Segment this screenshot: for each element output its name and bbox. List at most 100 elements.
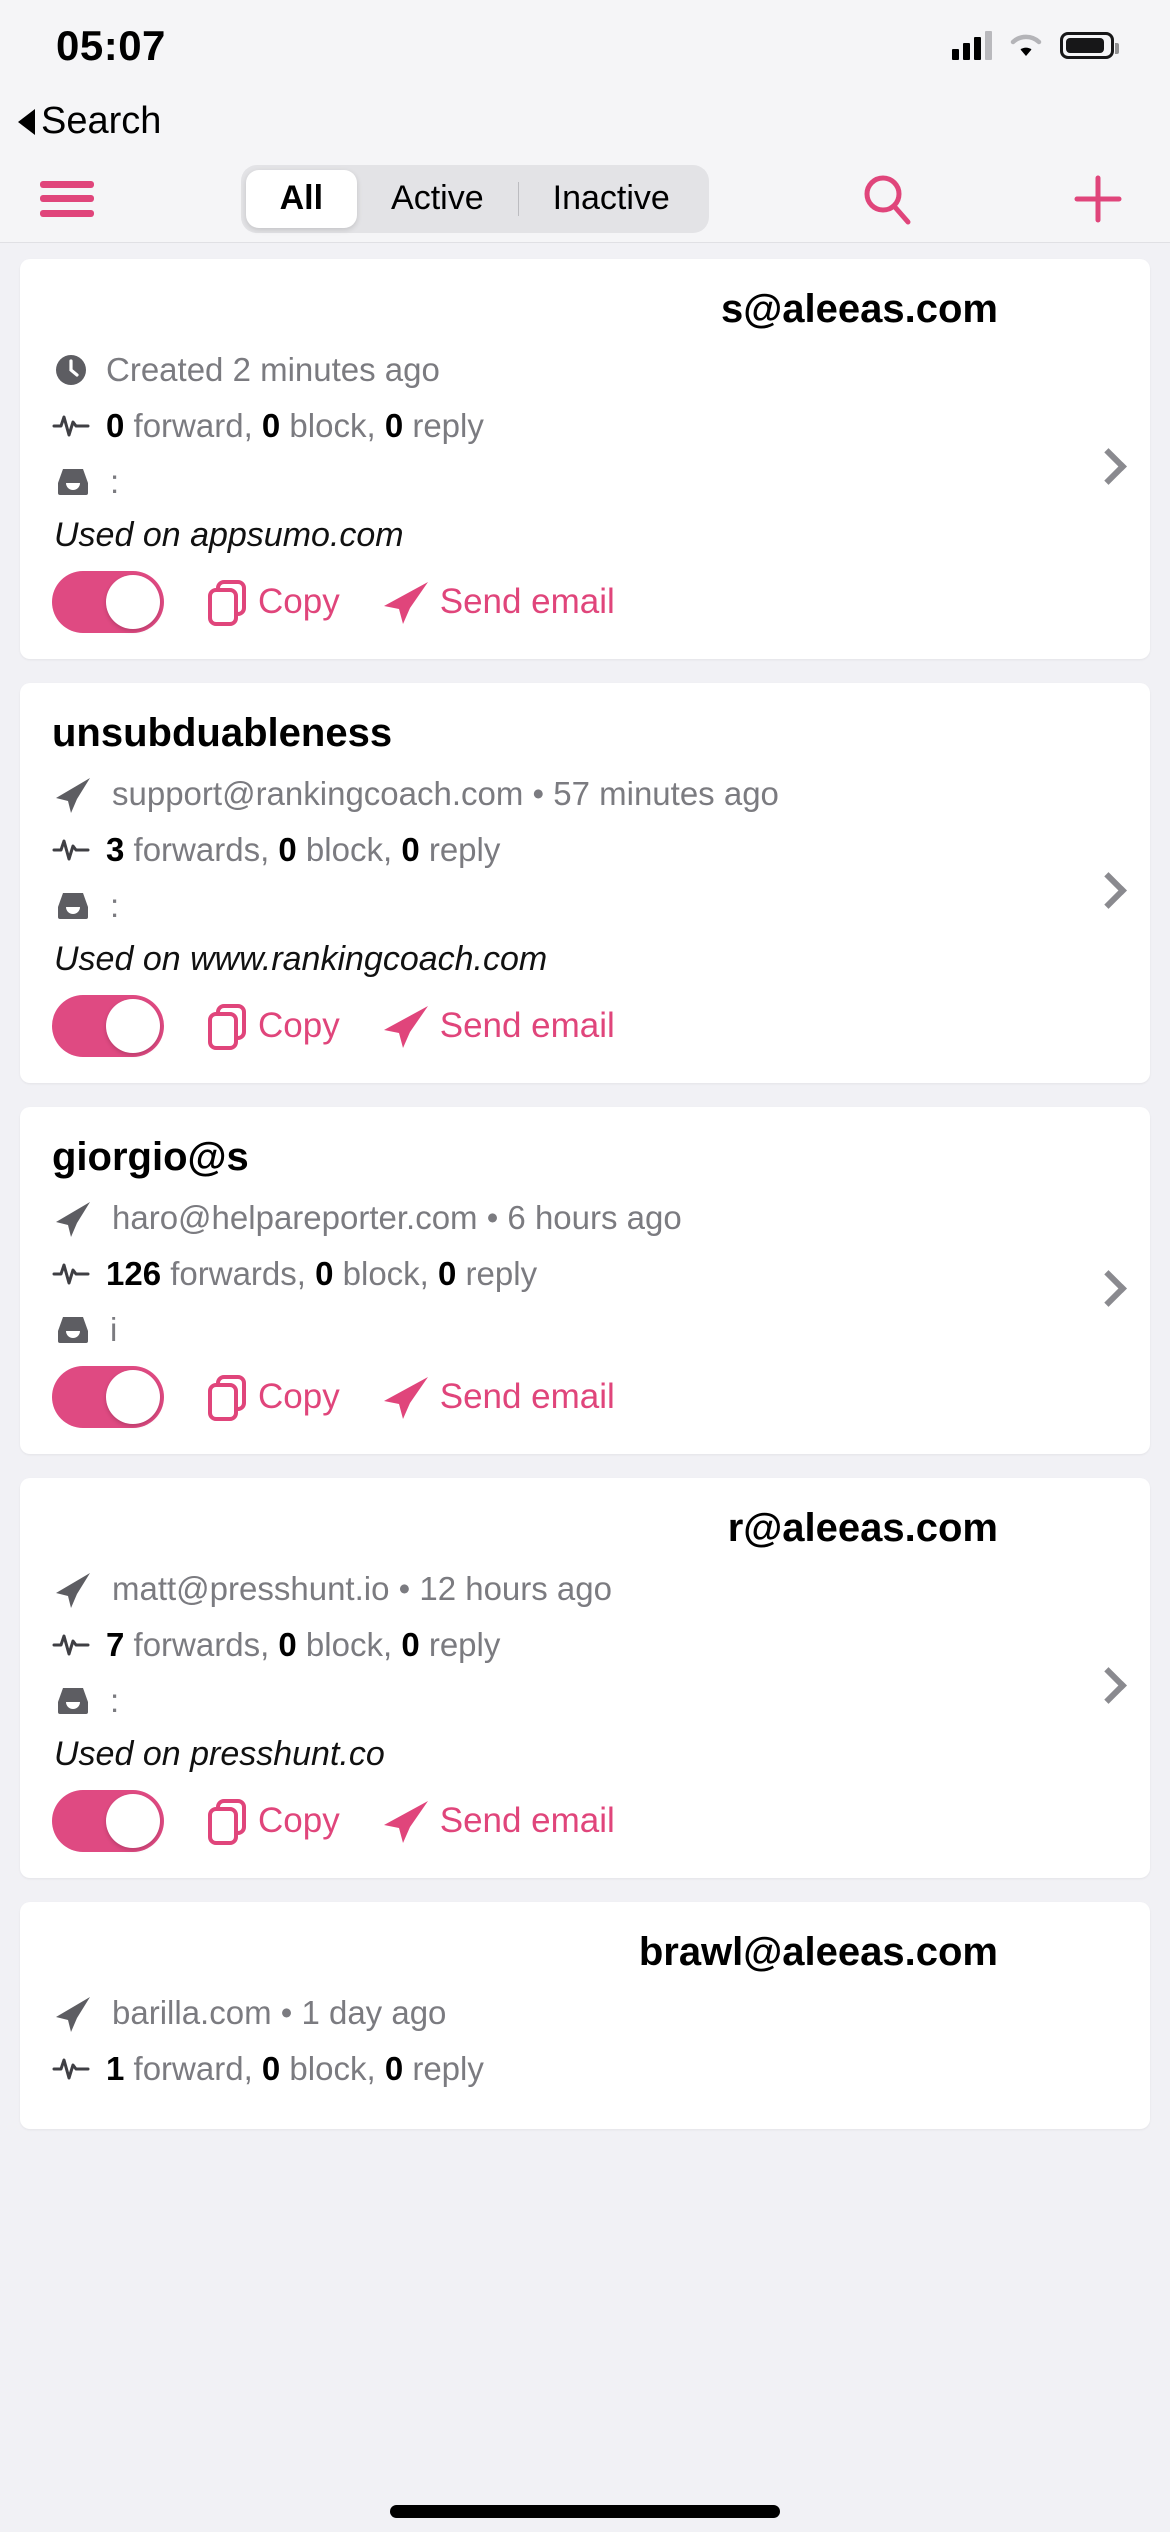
copy-button[interactable]: Copy [204,1795,340,1847]
alias-inbox-row: i [52,1308,1118,1352]
search-icon[interactable] [855,167,919,231]
back-navigation-row: Search [0,100,1170,155]
alias-title: unsubduableness [52,711,393,755]
copy-button[interactable]: Copy [204,1371,340,1423]
paper-plane-icon [52,1567,96,1611]
list-item[interactable]: s@aleeas.com Created 2 minutes ago 0 for… [20,259,1150,659]
send-email-button[interactable]: Send email [380,576,615,628]
alias-stats-row: 1 forward, 0 block, 0 reply [52,2047,1118,2091]
battery-icon [1060,31,1119,59]
alias-title: s@aleeas.com [721,287,998,331]
alias-stats-text: 0 forward, 0 block, 0 reply [106,407,484,444]
paper-plane-icon [380,576,434,628]
alias-stats-text: 126 forwards, 0 block, 0 reply [106,1255,538,1292]
send-email-button[interactable]: Send email [380,1795,615,1847]
list-item[interactable]: giorgio@s haro@helpareporter.com • 6 hou… [20,1107,1150,1454]
alias-source-text: barilla.com • 1 day ago [112,1994,447,2031]
status-bar: 05:07 [0,0,1170,100]
filter-segmented-control[interactable]: All Active Inactive [240,164,709,233]
back-caret-icon [18,108,35,135]
alias-stats-row: 126 forwards, 0 block, 0 reply [52,1252,1118,1296]
cellular-signal-icon [952,30,992,60]
send-email-label: Send email [439,582,615,621]
alias-stats-row: 7 forwards, 0 block, 0 reply [52,1623,1118,1667]
inbox-icon [52,889,94,923]
activity-pulse-icon [52,837,90,863]
alias-title: brawl@aleeas.com [638,1930,998,1974]
alias-stats-text: 7 forwards, 0 block, 0 reply [106,1626,501,1663]
copy-label: Copy [258,582,340,621]
top-toolbar: All Active Inactive [0,155,1170,243]
plus-icon[interactable] [1066,167,1130,231]
paper-plane-icon [380,1000,434,1052]
copy-icon [204,1795,252,1847]
inbox-icon [52,1684,94,1718]
list-item[interactable]: brawl@aleeas.com barilla.com • 1 day ago… [20,1902,1150,2129]
copy-button[interactable]: Copy [204,1000,340,1052]
alias-inbox-text: i [110,1311,118,1348]
paper-plane-icon [380,1371,434,1423]
alias-inbox-row: : [52,1679,1118,1723]
alias-source-row: matt@presshunt.io • 12 hours ago [52,1567,1118,1611]
alias-used-on: Used on appsumo.com [54,516,404,554]
alias-stats-row: 0 forward, 0 block, 0 reply [52,404,1118,448]
alias-inbox-text: : [110,1682,120,1719]
alias-enable-toggle[interactable] [52,1790,164,1852]
status-bar-icons [952,22,1119,60]
toggle-knob [106,1370,160,1424]
copy-icon [204,1371,252,1423]
alias-enable-toggle[interactable] [52,571,164,633]
alias-enable-toggle[interactable] [52,995,164,1057]
toggle-knob [106,575,160,629]
inbox-icon [52,1313,94,1347]
alias-source-row: barilla.com • 1 day ago [52,1991,1118,2035]
activity-pulse-icon [52,2056,90,2082]
list-item[interactable]: unsubduableness support@rankingcoach.com… [20,683,1150,1083]
alias-source-text: matt@presshunt.io • 12 hours ago [112,1570,612,1607]
alias-inbox-row: : [52,884,1118,928]
copy-icon [204,576,252,628]
activity-pulse-icon [52,1261,90,1287]
paper-plane-icon [380,1795,434,1847]
send-email-label: Send email [439,1377,615,1416]
paper-plane-icon [52,772,96,816]
alias-inbox-text: : [110,887,120,924]
send-email-button[interactable]: Send email [380,1000,615,1052]
alias-actions: Copy Send email [52,995,1118,1057]
paper-plane-icon [52,1991,96,2035]
list-item[interactable]: r@aleeas.com matt@presshunt.io • 12 hour… [20,1478,1150,1878]
alias-actions: Copy Send email [52,1366,1118,1428]
wifi-icon [1008,31,1044,59]
alias-title: r@aleeas.com [727,1506,998,1550]
inbox-icon [52,465,94,499]
hamburger-menu-icon[interactable] [40,177,94,221]
status-bar-clock: 05:07 [56,22,166,69]
alias-title: giorgio@s [52,1135,249,1179]
toggle-knob [106,1794,160,1848]
copy-label: Copy [258,1801,340,1840]
back-to-search-link[interactable]: Search [18,100,161,143]
segment-inactive[interactable]: Inactive [519,170,704,228]
alias-stats-text: 1 forward, 0 block, 0 reply [106,2050,484,2087]
copy-button[interactable]: Copy [204,576,340,628]
send-email-label: Send email [439,1801,615,1840]
activity-pulse-icon [52,1632,90,1658]
paper-plane-icon [52,1196,96,1240]
segment-active[interactable]: Active [357,170,518,228]
copy-label: Copy [258,1377,340,1416]
alias-source-text: support@rankingcoach.com • 57 minutes ag… [112,775,779,812]
alias-list: s@aleeas.com Created 2 minutes ago 0 for… [0,243,1170,2129]
send-email-label: Send email [439,1006,615,1045]
alias-used-on: Used on www.rankingcoach.com [54,940,548,978]
alias-source-row: haro@helpareporter.com • 6 hours ago [52,1196,1118,1240]
alias-enable-toggle[interactable] [52,1366,164,1428]
alias-source-text: haro@helpareporter.com • 6 hours ago [112,1199,682,1236]
toggle-knob [106,999,160,1053]
back-label: Search [41,100,162,142]
segment-all[interactable]: All [245,169,358,228]
copy-label: Copy [258,1006,340,1045]
alias-created-row: Created 2 minutes ago [52,348,1118,392]
send-email-button[interactable]: Send email [380,1371,615,1423]
alias-created-text: Created 2 minutes ago [106,351,440,388]
clock-icon [52,351,90,389]
